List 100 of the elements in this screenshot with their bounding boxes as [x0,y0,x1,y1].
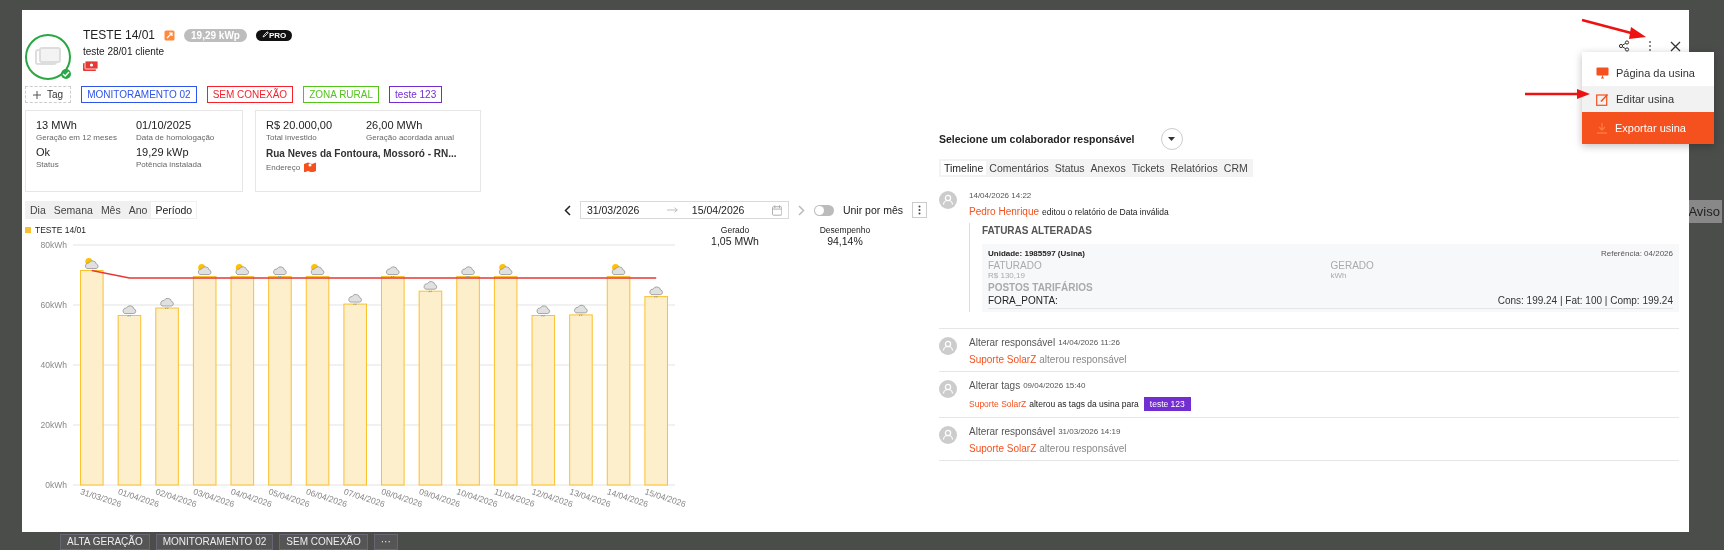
calendar-icon [771,204,782,216]
external-link-icon[interactable] [164,29,176,41]
tag: teste 123 [389,86,443,103]
more-icon[interactable] [1648,40,1652,52]
sun-cloud-icon [611,264,626,275]
stat-value: 26,00 MWh [366,119,424,131]
plan-badge: PRO [255,29,293,41]
sun-cloud-icon [197,264,212,275]
tab[interactable]: CRM [1220,161,1251,175]
stat-value: 19,29 kWp [136,146,190,158]
summary-label: Desempenho [819,225,871,235]
user-avatar-icon [939,380,957,398]
actor-link[interactable]: Suporte SolarZ [969,354,1037,365]
tab[interactable]: Status [1051,161,1088,175]
caret-icon [1168,137,1175,141]
user-avatar-icon [939,337,957,355]
stat-value: Ok [36,146,52,158]
stat-label: Status [36,160,60,169]
y-tick-label: 20kWh [40,420,67,430]
actor-link[interactable]: Suporte SolarZ [969,443,1037,454]
period-tab[interactable]: Mês [96,202,125,218]
tab[interactable]: Tickets [1128,161,1168,175]
tag: SEM CONEXÃO [206,86,294,103]
event-date: 14/04/2026 11:26 [1058,338,1120,347]
actor-link[interactable]: Pedro Henrique [969,206,1040,217]
share-icon[interactable] [1618,40,1630,52]
background-tag: ALTA GERAÇÃO [60,534,150,550]
stat-label: Endereço [266,163,301,172]
tab[interactable]: Timeline [941,161,987,175]
responsible-dropdown-button[interactable] [1160,128,1183,150]
menu-item[interactable]: Editar usina [1582,86,1714,112]
field-label: FATURADO [988,260,1043,271]
add-tag-button[interactable]: Tag [25,86,72,103]
rain-cloud-icon [461,266,475,278]
stat-value: 01/10/2025 [136,119,193,131]
field-label: GERADO [1330,260,1375,271]
map-icon[interactable] [304,161,317,172]
stat-value: R$ 20.000,00 [266,119,334,131]
close-icon[interactable] [1670,40,1681,52]
rain-cloud-icon [423,281,438,293]
money-icon [83,61,98,72]
arrow-right-icon [666,207,678,213]
stat-value: 13 MWh [36,119,78,131]
summary-label: Gerado [720,225,750,235]
background-tag: MONITORAMENTO 02 [155,534,274,550]
event-date: 09/04/2026 15:40 [1023,381,1086,390]
rain-cloud-icon [386,266,400,278]
menu-item[interactable]: Página da usina [1582,60,1714,86]
event-title: Alterar responsável [969,337,1056,348]
tab[interactable]: Comentários [986,161,1052,175]
annotation-arrow [1581,18,1647,40]
stat-label: Potência instalada [136,160,203,169]
monitor-icon [1596,67,1609,79]
client-name: teste 28/01 cliente [83,46,165,57]
unit-label: Unidade: 1985597 (Usina) [988,249,1085,258]
sun-cloud-icon [235,264,249,275]
actor-link[interactable]: Suporte SolarZ [969,399,1027,409]
summary-value: 1,05 MWh [711,235,759,247]
stat-label: Data de homologação [136,133,216,142]
tag: ZONA RURAL [303,86,380,103]
y-tick-label: 80kWh [40,240,67,250]
previous-icon[interactable] [563,204,571,216]
event-title: Alterar tags [969,380,1021,391]
period-tab[interactable]: Semana [49,202,97,218]
image-icon [35,47,61,67]
sun-cloud-icon [310,264,325,275]
event-title: Alterar responsável [969,426,1056,437]
rain-cloud-icon [649,286,663,298]
event-date: 31/03/2026 14:19 [1058,427,1121,436]
tab[interactable]: Anexos [1087,161,1129,175]
field-value: kWh [1330,271,1348,280]
details-title: FATURAS ALTERADAS [982,225,1093,236]
sun-cloud-icon [85,258,99,269]
address-value: Rua Neves da Fontoura, Mossoró - RN... [266,147,457,160]
user-avatar-icon [939,191,957,209]
summary-value: 94,14% [827,235,863,247]
tag: teste 123 [1143,397,1191,411]
rain-cloud-icon [348,294,362,306]
event-text: alterou responsável [1039,443,1127,454]
merge-switch[interactable] [813,204,834,216]
responsible-label: Selecione um colaborador responsável [939,133,1135,145]
tag: MONITORAMENTO 02 [81,86,197,103]
tariff-value: Cons: 199.24 | Fat: 100 | Comp: 199.24 [1497,295,1673,306]
tab[interactable]: Relatórios [1167,161,1221,175]
plus-icon [33,90,41,99]
tariff-label: FORA_PONTA: [988,295,1058,306]
stat-label: Geração acordada anual [366,133,456,142]
period-tab[interactable]: Período [151,202,197,218]
event-text: alterou responsável [1039,354,1127,365]
power-badge: 19,29 kWp [184,28,247,42]
field-value: R$ 130,19 [988,271,1026,280]
date-range-field[interactable]: 31/03/2026 15/04/2026 [579,201,789,219]
y-tick-label: 60kWh [40,300,67,310]
options-button[interactable] [912,202,927,218]
event-date: 14/04/2026 14:22 [969,191,1033,200]
legend-swatch-icon [25,227,31,233]
period-tab[interactable]: Dia [26,202,50,218]
period-tab[interactable]: Ano [124,202,152,218]
y-tick-label: 0kWh [45,480,67,490]
next-icon[interactable] [797,204,805,216]
